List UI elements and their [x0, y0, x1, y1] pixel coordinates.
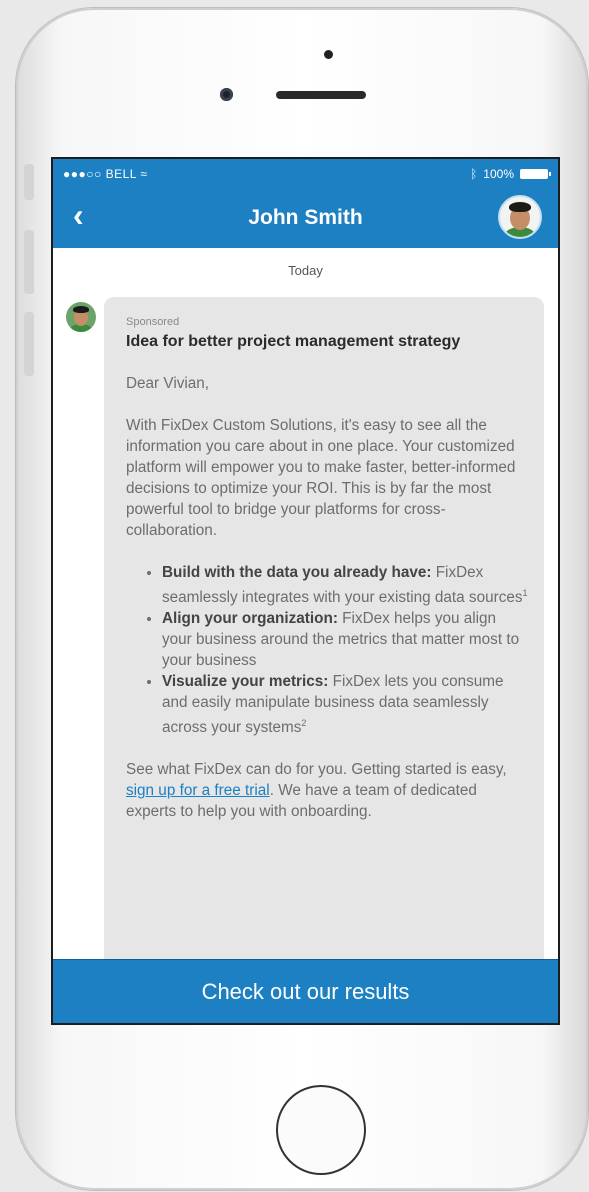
signal-icon: ●●●○○ [63, 167, 102, 181]
volume-down-button [24, 312, 34, 376]
bluetooth-icon: ᛒ [470, 167, 478, 181]
nav-bar: ‹ John Smith [53, 189, 558, 248]
message-content: Sponsored Idea for better project manage… [126, 315, 530, 822]
proximity-sensor [324, 50, 333, 59]
conversation-title: John Smith [248, 206, 363, 229]
message-subject: Idea for better project management strat… [126, 333, 461, 350]
list-item-title: Build with the data you already have: [162, 564, 432, 581]
home-button[interactable] [276, 1085, 366, 1175]
date-separator: Today [288, 263, 323, 278]
carrier-info: ●●●○○ BELL ≈ [63, 167, 147, 181]
wifi-icon: ≈ [140, 167, 148, 181]
closing-prefix: See what FixDex can do for you. Getting … [126, 761, 507, 779]
app-header: ●●●○○ BELL ≈ ᛒ 100% ‹ John Smith [53, 159, 558, 248]
message-greeting: Dear Vivian, [126, 375, 210, 392]
volume-up-button [24, 230, 34, 294]
earpiece-speaker [276, 91, 366, 99]
battery-icon [520, 169, 551, 179]
feature-list: Build with the data you already have: Fi… [126, 562, 530, 738]
avatar[interactable] [498, 195, 542, 239]
message-closing: See what FixDex can do for you. Getting … [126, 759, 530, 822]
sponsored-label: Sponsored [126, 316, 180, 328]
battery-percent: 100% [483, 167, 514, 181]
carrier-label: BELL [105, 167, 137, 181]
list-item: Build with the data you already have: Fi… [162, 562, 530, 608]
list-item: Align your organization: FixDex helps yo… [162, 608, 530, 671]
check-results-button[interactable]: Check out our results [53, 959, 558, 1023]
status-bar: ●●●○○ BELL ≈ ᛒ 100% [53, 159, 558, 189]
list-item-title: Align your organization: [162, 610, 338, 628]
free-trial-link[interactable]: sign up for a free trial [126, 782, 270, 799]
front-camera [220, 88, 233, 101]
avatar-hair [509, 202, 531, 212]
battery-status: ᛒ 100% [470, 167, 551, 181]
sender-avatar[interactable] [66, 302, 96, 332]
phone-screen: ●●●○○ BELL ≈ ᛒ 100% ‹ John Smith Today S… [51, 157, 560, 1025]
message-bubble: Sponsored Idea for better project manage… [104, 297, 544, 1023]
list-item-title: Visualize your metrics: [162, 673, 329, 691]
list-item: Visualize your metrics: FixDex lets you … [162, 671, 530, 738]
message-body: With FixDex Custom Solutions, it's easy … [126, 417, 516, 539]
footnote-marker: 1 [522, 588, 528, 598]
footnote-marker: 2 [301, 718, 307, 729]
sender-avatar-hair [73, 306, 89, 313]
mute-switch [24, 164, 34, 200]
